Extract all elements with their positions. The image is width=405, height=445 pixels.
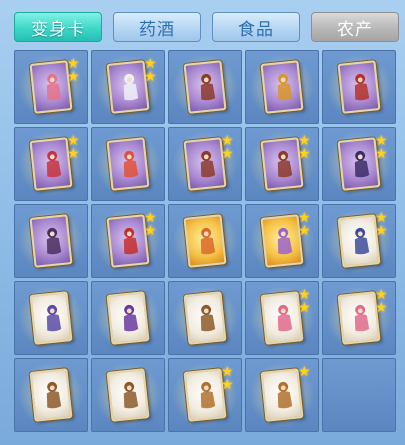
inventory-grid: ★ ★ ★ ★ ★ ★ ★ ★ ★ ★ ★ ★ ★ ★ ★ ★ ★ ★ ★ ★ ★ ★ ★ ★ ★ — [14, 50, 396, 432]
inventory-slot[interactable]: ★ ★ — [245, 281, 319, 355]
inventory-slot[interactable]: ★ ★ — [14, 127, 88, 201]
brown-bear-icon — [46, 381, 62, 409]
inventory-slot[interactable]: ★ ★ — [245, 204, 319, 278]
star-rating: ★ ★ — [67, 57, 81, 85]
inventory-slot[interactable] — [91, 358, 165, 432]
transform-card — [29, 368, 73, 422]
inventory-slot[interactable] — [14, 358, 88, 432]
inventory-slot[interactable]: ★ ★ — [245, 127, 319, 201]
dark-sorcerer-icon — [354, 150, 370, 178]
star-icon: ★ — [221, 377, 234, 393]
star-rating: ★ ★ — [298, 211, 312, 239]
pink-hair-girl-icon — [277, 304, 293, 332]
demon-warrior-icon — [46, 227, 62, 255]
star-rating: ★ ★ — [221, 365, 235, 393]
purple-knight-icon — [123, 304, 139, 332]
bat-demon-icon — [200, 73, 216, 101]
inventory-slot[interactable]: ★ ★ — [322, 281, 396, 355]
inventory-slot[interactable] — [14, 204, 88, 278]
inventory-slot[interactable]: ★ ★ — [168, 358, 242, 432]
transform-card — [29, 214, 73, 268]
fire-beast-icon — [200, 227, 216, 255]
blue-mage-icon — [354, 227, 370, 255]
mountain-giant-icon — [277, 381, 293, 409]
transform-card — [106, 291, 150, 345]
bat-demon-icon — [200, 150, 216, 178]
tab-food[interactable]: 食品 — [212, 12, 300, 42]
star-rating: ★ — [298, 364, 312, 380]
inventory-slot[interactable] — [14, 281, 88, 355]
star-icon: ★ — [375, 223, 388, 239]
mountain-giant-icon — [200, 381, 216, 409]
star-icon: ★ — [298, 364, 311, 380]
inventory-slot[interactable]: ★ ★ — [14, 50, 88, 124]
inventory-slot[interactable]: ★ — [245, 358, 319, 432]
inventory-slot[interactable]: ★ ★ — [322, 204, 396, 278]
pink-hair-girl-icon — [354, 304, 370, 332]
transform-card — [106, 368, 150, 422]
star-rating: ★ ★ — [298, 134, 312, 162]
star-icon: ★ — [375, 146, 388, 162]
inventory-slot[interactable] — [168, 50, 242, 124]
star-icon: ★ — [144, 69, 157, 85]
inventory-slot[interactable] — [168, 281, 242, 355]
golden-bull-icon — [277, 73, 293, 101]
empty-slot[interactable] — [322, 358, 396, 432]
star-rating: ★ ★ — [375, 288, 389, 316]
inventory-slot[interactable] — [91, 281, 165, 355]
inventory-slot[interactable]: ★ ★ — [322, 127, 396, 201]
star-icon: ★ — [67, 69, 80, 85]
red-hair-girl-icon — [123, 150, 139, 178]
inventory-slot[interactable]: ★ ★ — [91, 50, 165, 124]
star-rating: ★ ★ — [144, 211, 158, 239]
star-rating: ★ ★ — [375, 134, 389, 162]
red-warrior-icon — [354, 73, 370, 101]
star-icon: ★ — [67, 146, 80, 162]
tab-farm-produce[interactable]: 农产 — [311, 12, 399, 42]
transform-card — [29, 291, 73, 345]
inventory-slot[interactable]: ★ ★ — [91, 204, 165, 278]
fire-bird-icon — [46, 150, 62, 178]
transform-card — [183, 60, 227, 114]
transform-card — [183, 214, 227, 268]
star-rating: ★ ★ — [144, 57, 158, 85]
red-dragon-icon — [123, 227, 139, 255]
transform-card — [337, 60, 381, 114]
tab-transform-card[interactable]: 变身卡 — [14, 12, 102, 42]
star-icon: ★ — [375, 300, 388, 316]
tab-bar: 变身卡 药酒 食品 农产 — [0, 0, 405, 46]
inventory-slot[interactable] — [91, 127, 165, 201]
pink-flower-fairy-icon — [46, 73, 62, 101]
transform-card — [106, 137, 150, 191]
star-icon: ★ — [298, 146, 311, 162]
inventory-slot[interactable]: ★ ★ — [168, 127, 242, 201]
star-icon: ★ — [144, 223, 157, 239]
blue-mage-icon — [46, 304, 62, 332]
brown-bear-icon — [123, 381, 139, 409]
butterfly-fairy-icon — [277, 227, 293, 255]
star-icon: ★ — [298, 223, 311, 239]
white-fox-warrior-icon — [123, 73, 139, 101]
tab-medicine-wine[interactable]: 药酒 — [113, 12, 201, 42]
transform-card — [183, 291, 227, 345]
inventory-slot[interactable] — [245, 50, 319, 124]
star-icon: ★ — [298, 300, 311, 316]
star-rating: ★ ★ — [298, 288, 312, 316]
transform-card — [260, 60, 304, 114]
inventory-slot[interactable] — [168, 204, 242, 278]
star-rating: ★ ★ — [67, 134, 81, 162]
brown-bear-icon — [200, 304, 216, 332]
star-rating: ★ ★ — [375, 211, 389, 239]
star-icon: ★ — [221, 146, 234, 162]
bat-demon-icon — [277, 150, 293, 178]
inventory-slot[interactable] — [322, 50, 396, 124]
star-rating: ★ ★ — [221, 134, 235, 162]
